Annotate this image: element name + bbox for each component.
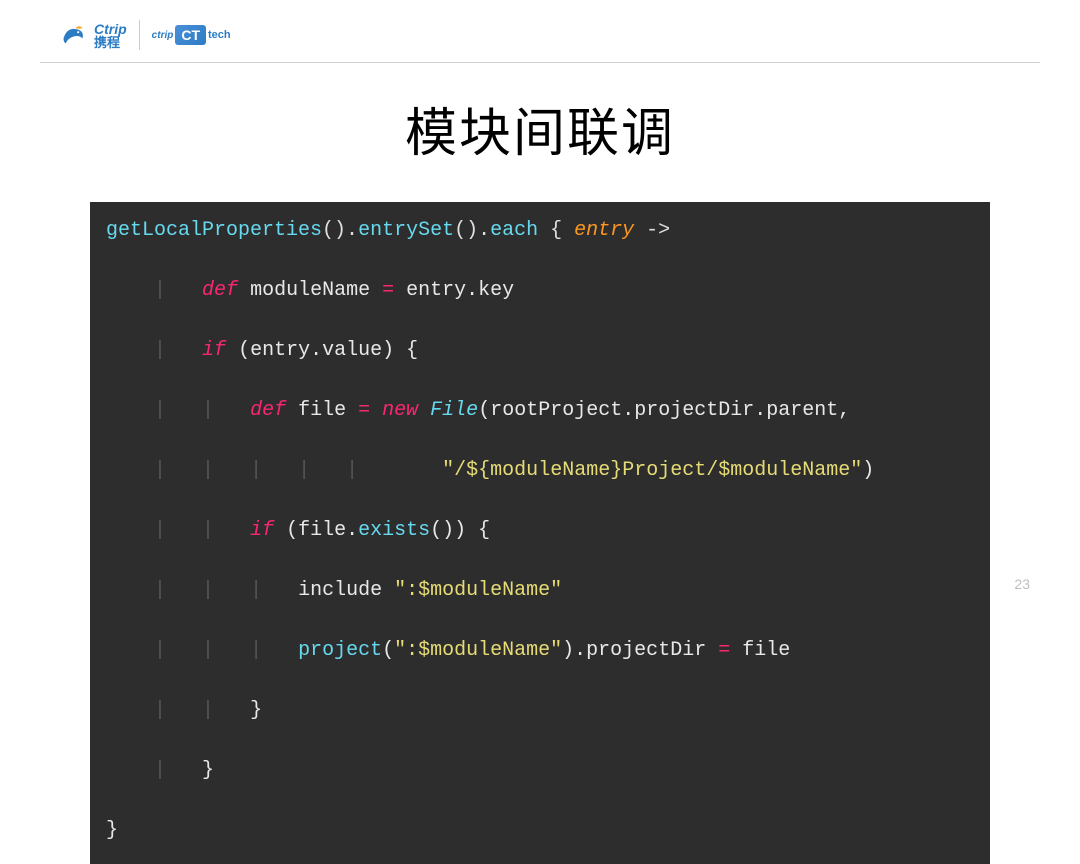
code-line-6: | | if (file.exists()) { <box>106 516 974 546</box>
slide-header: Ctrip 携程 ctrip CT tech <box>0 0 1080 62</box>
ctrip-tech-logo: ctrip CT tech <box>152 25 231 45</box>
code-line-7: | | | include ":$moduleName" <box>106 576 974 606</box>
tech-label-text: tech <box>208 29 231 41</box>
logo-divider <box>139 20 140 50</box>
dolphin-icon <box>60 21 88 49</box>
code-line-10: | } <box>106 756 974 786</box>
code-line-1: getLocalProperties().entrySet().each { e… <box>106 216 974 246</box>
code-line-4: | | def file = new File(rootProject.proj… <box>106 396 974 426</box>
logo-text-en: Ctrip <box>94 22 127 36</box>
code-line-11: } <box>106 816 974 846</box>
ctrip-logo: Ctrip 携程 <box>60 21 127 49</box>
code-line-3: | if (entry.value) { <box>106 336 974 366</box>
code-line-9: | | } <box>106 696 974 726</box>
code-block: getLocalProperties().entrySet().each { e… <box>90 202 990 864</box>
tech-small-text: ctrip <box>152 30 174 41</box>
slide-title: 模块间联调 <box>0 91 1080 166</box>
tech-box-text: CT <box>175 25 206 45</box>
page-number: 23 <box>1014 576 1030 592</box>
code-line-2: | def moduleName = entry.key <box>106 276 974 306</box>
header-divider <box>40 62 1040 63</box>
code-line-8: | | | project(":$moduleName").projectDir… <box>106 636 974 666</box>
code-line-5: | | | | | "/${moduleName}Project/$module… <box>106 456 974 486</box>
logo-text-cn: 携程 <box>94 36 127 49</box>
